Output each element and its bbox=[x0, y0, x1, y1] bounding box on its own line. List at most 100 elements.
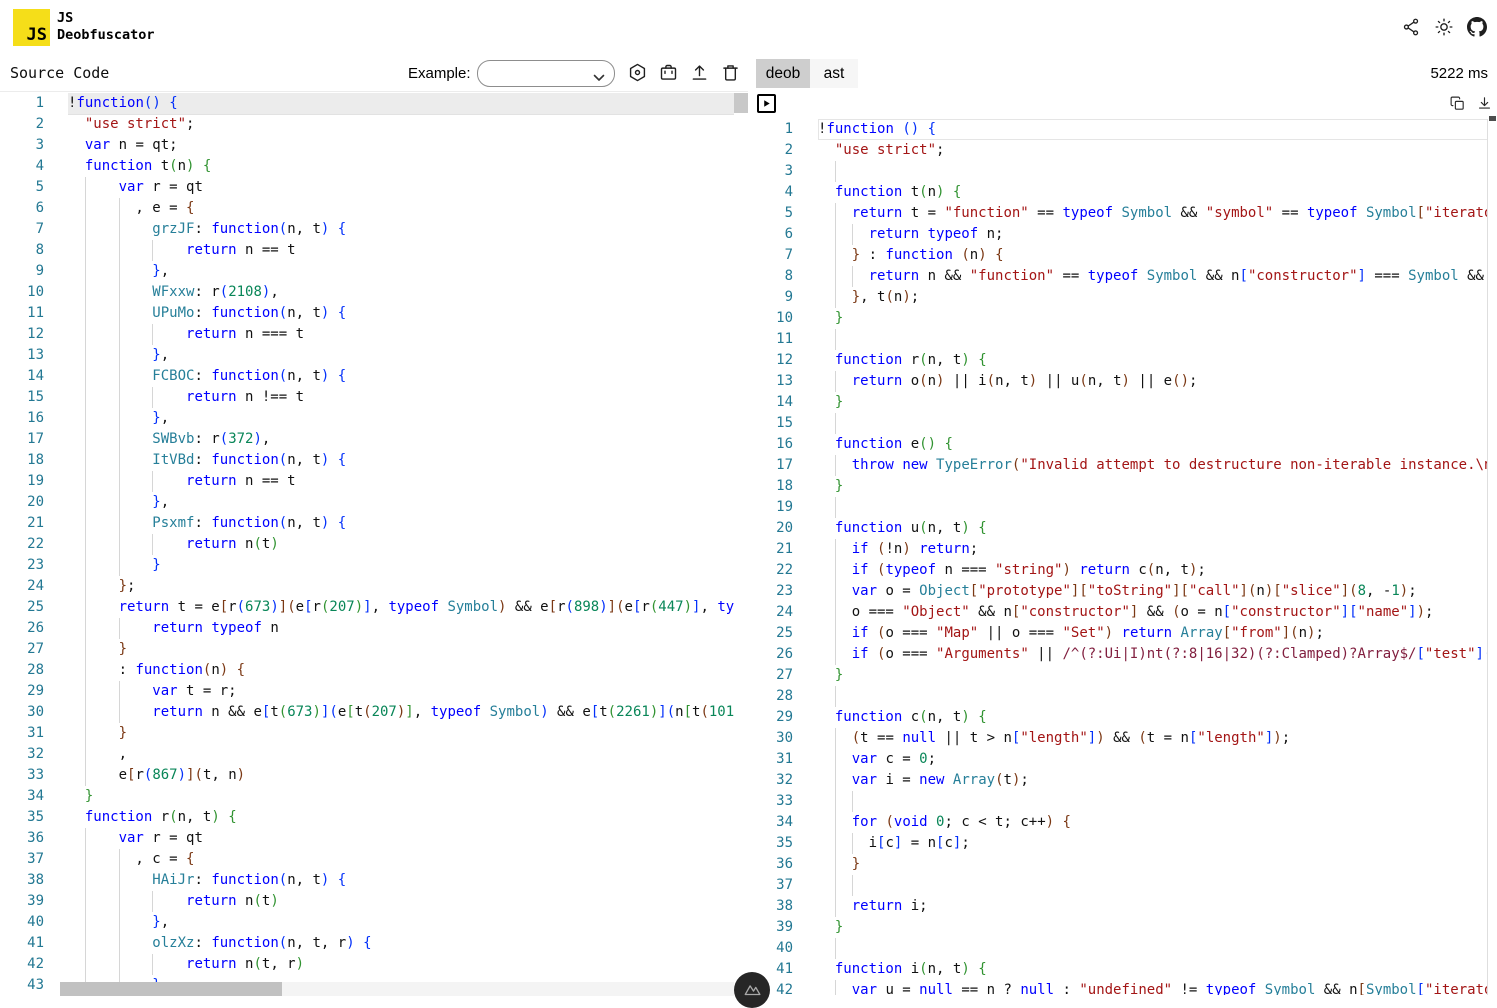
code-line[interactable]: HAiJr: function(n, t) { bbox=[68, 870, 734, 891]
code-line[interactable]: } : function (n) { bbox=[818, 245, 1488, 266]
code-line[interactable] bbox=[818, 791, 1488, 812]
code-line[interactable]: var c = 0; bbox=[818, 749, 1488, 770]
code-line[interactable]: if (!n) return; bbox=[818, 539, 1488, 560]
code-line[interactable]: , bbox=[68, 744, 734, 765]
code-line[interactable]: function t(n) { bbox=[818, 182, 1488, 203]
code-line[interactable]: Psxmf: function(n, t) { bbox=[68, 513, 734, 534]
output-scrollbar-thumb[interactable] bbox=[1489, 116, 1496, 121]
code-line[interactable]: var r = qt bbox=[68, 177, 734, 198]
code-line[interactable]: return t = "function" == typeof Symbol &… bbox=[818, 203, 1488, 224]
download-icon[interactable] bbox=[1476, 95, 1493, 112]
code-line[interactable]: function u(n, t) { bbox=[818, 518, 1488, 539]
code-line[interactable]: : function(n) { bbox=[68, 660, 734, 681]
code-line[interactable]: }, bbox=[68, 975, 734, 982]
code-line[interactable]: i[c] = n[c]; bbox=[818, 833, 1488, 854]
code-line[interactable]: UPuMo: function(n, t) { bbox=[68, 303, 734, 324]
output-editor-panel[interactable]: 1234567891011121314151617181920212223242… bbox=[752, 91, 1497, 995]
code-line[interactable]: function e() { bbox=[818, 434, 1488, 455]
settings-icon[interactable] bbox=[626, 61, 648, 83]
code-line[interactable]: }, bbox=[68, 345, 734, 366]
example-select[interactable] bbox=[477, 60, 615, 87]
code-line[interactable]: }, bbox=[68, 912, 734, 933]
share-icon[interactable] bbox=[1401, 17, 1421, 37]
horizontal-scrollbar[interactable] bbox=[60, 982, 734, 996]
github-icon[interactable] bbox=[1467, 17, 1487, 37]
code-line[interactable]: "use strict"; bbox=[68, 114, 734, 135]
code-line[interactable]: for (void 0; c < t; c++) { bbox=[818, 812, 1488, 833]
code-line[interactable]: !function () { bbox=[818, 119, 1488, 140]
code-line[interactable]: return n !== t bbox=[68, 387, 734, 408]
code-line[interactable]: e[r(867)](t, n) bbox=[68, 765, 734, 786]
code-line[interactable]: return n && "function" == typeof Symbol … bbox=[818, 266, 1488, 287]
code-line[interactable]: , c = { bbox=[68, 849, 734, 870]
vertical-scrollbar-thumb[interactable] bbox=[734, 93, 748, 113]
code-line[interactable]: function r(n, t) { bbox=[818, 350, 1488, 371]
copy-icon[interactable] bbox=[1449, 95, 1466, 112]
upload-icon[interactable] bbox=[688, 61, 710, 83]
horizontal-scrollbar-thumb[interactable] bbox=[60, 982, 282, 996]
code-line[interactable]: return n(t, r) bbox=[68, 954, 734, 975]
code-line[interactable]: !function() { bbox=[68, 93, 734, 114]
code-line[interactable]: } bbox=[68, 786, 734, 807]
theme-toggle-icon[interactable] bbox=[1434, 17, 1454, 37]
trash-icon[interactable] bbox=[719, 61, 741, 83]
code-line[interactable]: if (typeof n === "string") return c(n, t… bbox=[818, 560, 1488, 581]
output-scrollbar-track[interactable] bbox=[1487, 119, 1488, 995]
toolbox-icon[interactable] bbox=[657, 61, 679, 83]
code-line[interactable] bbox=[818, 875, 1488, 896]
code-line[interactable]: } bbox=[818, 392, 1488, 413]
tab-deob[interactable]: deob bbox=[756, 59, 810, 88]
code-line[interactable]: function r(n, t) { bbox=[68, 807, 734, 828]
code-line[interactable]: return n(t) bbox=[68, 891, 734, 912]
code-line[interactable]: return n === t bbox=[68, 324, 734, 345]
mountain-badge[interactable] bbox=[734, 972, 770, 1008]
code-line[interactable]: return n && e[t(673)](e[t(207)], typeof … bbox=[68, 702, 734, 723]
source-editor-panel[interactable]: 1234567891011121314151617181920212223242… bbox=[0, 91, 748, 996]
code-line[interactable]: } bbox=[818, 917, 1488, 938]
code-line[interactable]: var u = null == n ? null : "undefined" !… bbox=[818, 980, 1488, 995]
code-line[interactable]: ItVBd: function(n, t) { bbox=[68, 450, 734, 471]
code-line[interactable]: return i; bbox=[818, 896, 1488, 917]
code-line[interactable]: return typeof n; bbox=[818, 224, 1488, 245]
code-line[interactable]: if (o === "Arguments" || /^(?:Ui|I)nt(?:… bbox=[818, 644, 1488, 665]
code-line[interactable]: SWBvb: r(372), bbox=[68, 429, 734, 450]
code-line[interactable]: function t(n) { bbox=[68, 156, 734, 177]
code-line[interactable]: }; bbox=[68, 576, 734, 597]
code-line[interactable]: var o = Object["prototype"]["toString"][… bbox=[818, 581, 1488, 602]
code-line[interactable] bbox=[818, 413, 1488, 434]
code-line[interactable]: }, t(n); bbox=[818, 287, 1488, 308]
code-line[interactable]: return n == t bbox=[68, 240, 734, 261]
code-line[interactable] bbox=[818, 161, 1488, 182]
code-line[interactable] bbox=[818, 329, 1488, 350]
output-code-area[interactable]: !function () { "use strict"; function t(… bbox=[818, 119, 1488, 995]
code-line[interactable]: } bbox=[818, 308, 1488, 329]
code-line[interactable]: }, bbox=[68, 261, 734, 282]
code-line[interactable]: var n = qt; bbox=[68, 135, 734, 156]
code-line[interactable]: }, bbox=[68, 492, 734, 513]
code-line[interactable]: grzJF: function(n, t) { bbox=[68, 219, 734, 240]
code-line[interactable]: throw new TypeError("Invalid attempt to … bbox=[818, 455, 1488, 476]
code-line[interactable] bbox=[818, 686, 1488, 707]
code-line[interactable] bbox=[818, 938, 1488, 959]
code-line[interactable]: return n(t) bbox=[68, 534, 734, 555]
code-line[interactable]: o === "Object" && n["constructor"] && (o… bbox=[818, 602, 1488, 623]
code-line[interactable]: var i = new Array(t); bbox=[818, 770, 1488, 791]
code-line[interactable]: "use strict"; bbox=[818, 140, 1488, 161]
code-line[interactable]: }, bbox=[68, 408, 734, 429]
code-line[interactable]: function i(n, t) { bbox=[818, 959, 1488, 980]
code-line[interactable]: } bbox=[818, 854, 1488, 875]
code-line[interactable]: var t = r; bbox=[68, 681, 734, 702]
run-button[interactable] bbox=[757, 94, 776, 113]
code-line[interactable]: } bbox=[818, 476, 1488, 497]
tab-ast[interactable]: ast bbox=[810, 59, 858, 88]
code-line[interactable]: } bbox=[68, 555, 734, 576]
code-line[interactable]: return o(n) || i(n, t) || u(n, t) || e()… bbox=[818, 371, 1488, 392]
code-line[interactable]: return t = e[r(673)](e[r(207)], typeof S… bbox=[68, 597, 734, 618]
code-line[interactable]: } bbox=[68, 723, 734, 744]
code-line[interactable]: WFxxw: r(2108), bbox=[68, 282, 734, 303]
source-code-area[interactable]: !function() { "use strict"; var n = qt; … bbox=[68, 93, 734, 982]
code-line[interactable]: return typeof n bbox=[68, 618, 734, 639]
code-line[interactable]: (t == null || t > n["length"]) && (t = n… bbox=[818, 728, 1488, 749]
code-line[interactable]: FCBOC: function(n, t) { bbox=[68, 366, 734, 387]
code-line[interactable] bbox=[818, 497, 1488, 518]
